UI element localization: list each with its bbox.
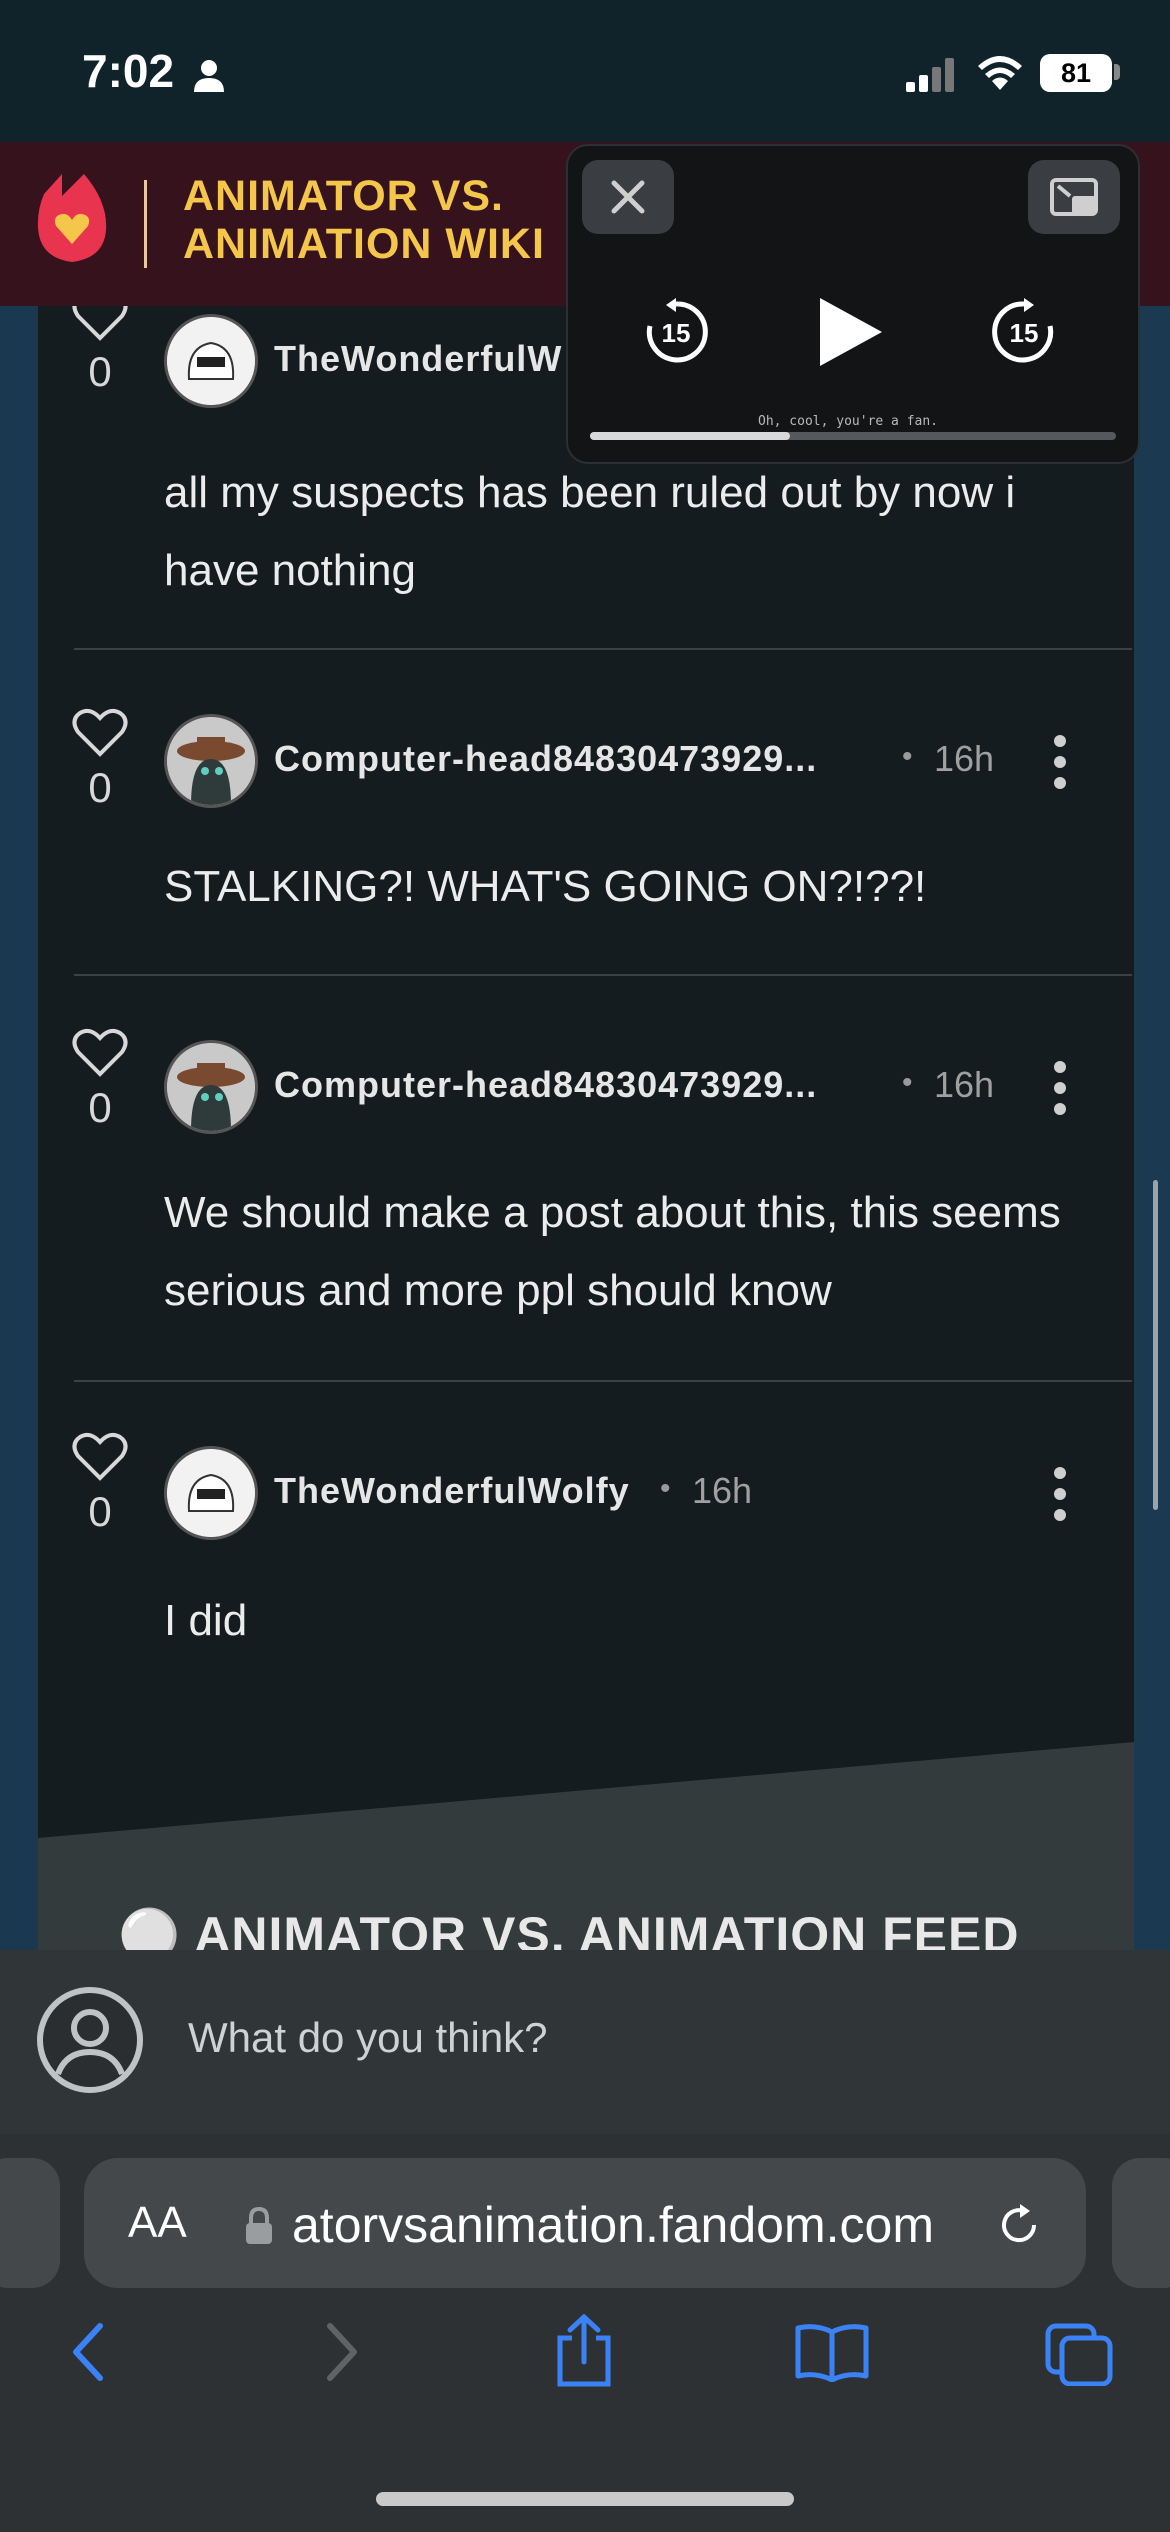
pip-restore-button[interactable] — [1028, 160, 1120, 234]
like-button[interactable]: 0 — [72, 1432, 128, 1536]
header-separator — [144, 180, 147, 268]
comment-username[interactable]: Computer-head84830473929... — [274, 738, 817, 780]
more-options-icon[interactable] — [1052, 1466, 1068, 1522]
comment-divider — [74, 648, 1132, 650]
comment-text: We should make a post about this, this s… — [164, 1188, 1061, 1315]
pip-video-player[interactable]: 15 15 Oh, cool, you're a fan. — [566, 144, 1140, 464]
back-icon[interactable] — [68, 2322, 108, 2382]
pip-progress-bar[interactable] — [590, 432, 1116, 440]
more-options-icon[interactable] — [1052, 734, 1068, 790]
reload-icon[interactable] — [994, 2200, 1044, 2250]
comment-input[interactable]: What do you think? — [188, 2014, 548, 2062]
meta-separator: • — [660, 1472, 671, 1505]
meta-separator: • — [902, 740, 913, 773]
heart-icon — [72, 1432, 128, 1481]
share-icon[interactable] — [554, 2314, 614, 2388]
user-avatar-icon — [37, 1987, 143, 2093]
feed-icon: ⚪ — [118, 1907, 182, 1950]
battery-tip — [1114, 64, 1120, 80]
meta-separator: • — [902, 1066, 913, 1099]
avatar[interactable] — [164, 1040, 258, 1134]
lock-icon — [246, 2206, 272, 2244]
heart-icon — [72, 708, 128, 757]
play-icon[interactable] — [808, 292, 888, 372]
skip-forward-label: 15 — [1010, 318, 1039, 348]
pip-progress-fill — [590, 432, 790, 440]
fandom-logo-icon[interactable] — [34, 166, 110, 266]
heart-icon — [72, 306, 128, 341]
like-button[interactable]: 0 — [72, 708, 128, 812]
like-button[interactable]: 0 — [72, 306, 128, 396]
more-options-icon[interactable] — [1052, 1060, 1068, 1116]
previous-tab-preview[interactable] — [0, 2158, 60, 2288]
avatar[interactable] — [164, 714, 258, 808]
feed-title-text: ANIMATOR VS. ANIMATION FEED — [194, 1907, 1020, 1950]
avatar[interactable] — [164, 1446, 258, 1540]
comment-username[interactable]: TheWonderfulW — [274, 338, 562, 380]
cellular-signal-icon — [906, 58, 954, 92]
background-art-right — [1134, 306, 1170, 1950]
pip-restore-icon — [1050, 178, 1098, 216]
comment-username[interactable]: Computer-head84830473929... — [274, 1064, 817, 1106]
next-tab-preview[interactable] — [1112, 2158, 1170, 2288]
pip-close-button[interactable] — [582, 160, 674, 234]
avatar[interactable] — [164, 314, 258, 408]
comment-compose-bar[interactable] — [0, 1950, 1170, 2134]
comment-username[interactable]: TheWonderfulWolfy — [274, 1470, 630, 1512]
comment-timestamp: 16h — [934, 738, 995, 779]
status-time: 7:02 — [82, 45, 175, 97]
comment-divider — [74, 1380, 1132, 1382]
battery-indicator: 81 — [1040, 54, 1112, 92]
forward-icon[interactable] — [322, 2322, 362, 2382]
like-count: 0 — [88, 1488, 112, 1535]
scrollbar[interactable] — [1153, 1180, 1158, 1510]
person-icon — [194, 60, 224, 92]
like-button[interactable]: 0 — [72, 1028, 128, 1132]
like-count: 0 — [88, 764, 112, 811]
comments-panel: 0 TheWonderfulW all my suspects has been… — [38, 306, 1134, 1950]
comment-divider — [74, 974, 1132, 976]
comment-text: all my suspects has been ruled out by no… — [164, 468, 1016, 595]
bookmarks-icon[interactable] — [794, 2322, 870, 2382]
close-icon — [611, 180, 645, 214]
like-count: 0 — [88, 348, 112, 395]
background-art-left — [0, 306, 38, 1950]
heart-icon — [72, 1028, 128, 1077]
tabs-icon[interactable] — [1044, 2322, 1114, 2386]
skip-back-icon[interactable]: 15 — [640, 296, 712, 368]
wifi-icon — [978, 56, 1022, 90]
skip-back-label: 15 — [662, 318, 691, 348]
wiki-title[interactable]: ANIMATOR VS. ANIMATION WIKI — [183, 172, 583, 268]
skip-forward-icon[interactable]: 15 — [988, 296, 1060, 368]
pip-subtitle: Oh, cool, you're a fan. — [758, 414, 939, 429]
feed-heading: ⚪ ANIMATOR VS. ANIMATION FEED — [118, 1906, 1019, 1950]
comment-timestamp: 16h — [692, 1470, 753, 1511]
comment-timestamp: 16h — [934, 1064, 995, 1105]
comment-text: I did — [164, 1596, 248, 1645]
url-text[interactable]: atorvsanimation.fandom.com — [292, 2196, 934, 2254]
comment-text: STALKING?! WHAT'S GOING ON?!??! — [164, 862, 927, 911]
like-count: 0 — [88, 1084, 112, 1131]
home-indicator[interactable] — [376, 2492, 794, 2506]
reader-settings-button[interactable]: AA — [128, 2198, 187, 2248]
